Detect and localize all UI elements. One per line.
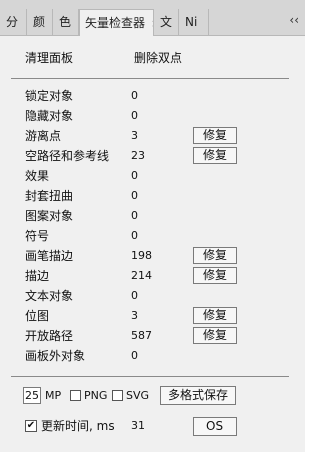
panel-tab-strip: 分颜色矢量检查器× 文 Ni ‹‹ — [0, 0, 305, 37]
inspection-row-label: 位图 — [25, 309, 50, 323]
update-time-label: 更新时间, ms — [41, 419, 115, 433]
inspection-row-count: 23 — [131, 149, 145, 162]
inspection-row-count: 3 — [131, 129, 138, 142]
inspection-row-label: 图案对象 — [25, 209, 74, 223]
inspection-row-label: 符号 — [25, 229, 50, 243]
inspection-row: 画笔描边 198 修复 — [0, 246, 305, 266]
tab-label: 分 — [6, 15, 19, 29]
inspection-row-count: 198 — [131, 249, 152, 262]
tab-4[interactable]: 文 — [154, 9, 179, 36]
inspection-row: 锁定对象 0 — [0, 86, 305, 106]
inspection-row-count: 0 — [131, 289, 138, 302]
inspection-row-label: 封套扭曲 — [25, 189, 74, 203]
clean-header-row: 清理面板 删除双点 — [0, 48, 305, 68]
inspection-row-label: 锁定对象 — [25, 89, 74, 103]
fix-button[interactable]: 修复 — [193, 327, 237, 344]
tab-label: 色 — [59, 15, 72, 29]
tab-3[interactable]: 矢量检查器× — [79, 9, 154, 37]
inspection-row-label: 隐藏对象 — [25, 109, 74, 123]
png-checkbox-label: PNG — [84, 389, 108, 402]
svg-checkbox-label: SVG — [126, 389, 150, 402]
inspection-row-label: 效果 — [25, 169, 50, 183]
tab-0[interactable]: 分 — [0, 9, 27, 36]
tab-5[interactable]: Ni — [179, 9, 209, 36]
inspection-row: 图案对象 0 — [0, 206, 305, 226]
delete-duplicate-points-button[interactable]: 删除双点 — [134, 48, 182, 68]
tab-label: Ni — [185, 15, 198, 29]
divider-top — [11, 78, 289, 79]
clean-panel-label: 清理面板 — [25, 51, 74, 65]
fix-button[interactable]: 修复 — [193, 127, 237, 144]
fix-button[interactable]: 修复 — [193, 247, 237, 264]
inspection-row: 描边 214 修复 — [0, 266, 305, 286]
inspection-row-label: 文本对象 — [25, 289, 74, 303]
update-time-checkbox[interactable]: ✔ — [25, 420, 37, 432]
inspection-row: 封套扭曲 0 — [0, 186, 305, 206]
inspection-row: 游离点 3 修复 — [0, 126, 305, 146]
inspection-row-count: 0 — [131, 349, 138, 362]
inspection-row-count: 587 — [131, 329, 152, 342]
update-time-row: ✔ 更新时间, ms 31 OS — [0, 415, 305, 437]
multi-format-save-button[interactable]: 多格式保存 — [160, 386, 236, 405]
inspection-row: 隐藏对象 0 — [0, 106, 305, 126]
collapse-panel-icon[interactable]: ‹‹ — [289, 13, 299, 27]
tab-label: 矢量检查器 — [85, 16, 146, 30]
inspection-row-count: 0 — [131, 89, 138, 102]
divider-bottom — [11, 376, 289, 377]
fix-button[interactable]: 修复 — [193, 307, 237, 324]
inspection-row: 画板外对象 0 — [0, 346, 305, 366]
inspection-row-count: 3 — [131, 309, 138, 322]
inspection-row-label: 游离点 — [25, 129, 62, 143]
inspection-row-count: 0 — [131, 229, 138, 242]
inspection-row: 效果 0 — [0, 166, 305, 186]
inspection-row: 文本对象 0 — [0, 286, 305, 306]
tab-label: 文 — [160, 15, 173, 29]
fix-button[interactable]: 修复 — [193, 267, 237, 284]
png-checkbox[interactable] — [70, 390, 81, 401]
inspection-row: 空路径和参考线 23 修复 — [0, 146, 305, 166]
inspection-row-count: 214 — [131, 269, 152, 282]
vector-inspector-panel: 清理面板 删除双点 锁定对象 0 隐藏对象 0 游离点 3 修复 空路径和参考线 23 修复 效果 0… — [0, 36, 305, 452]
inspection-row-count: 0 — [131, 109, 138, 122]
inspection-row-label: 描边 — [25, 269, 50, 283]
inspection-row-label: 空路径和参考线 — [25, 149, 110, 163]
inspection-row-count: 0 — [131, 209, 138, 222]
inspection-row-count: 0 — [131, 169, 138, 182]
fix-button[interactable]: 修复 — [193, 147, 237, 164]
inspection-row-label: 画板外对象 — [25, 349, 86, 363]
inspection-row: 符号 0 — [0, 226, 305, 246]
inspection-row: 位图 3 修复 — [0, 306, 305, 326]
update-action-button[interactable]: OS — [193, 417, 237, 436]
tab-1[interactable]: 颜 — [27, 9, 53, 36]
megapixel-input[interactable]: 25 — [23, 387, 41, 404]
inspection-row-label: 开放路径 — [25, 329, 74, 343]
megapixel-unit-label: MP — [45, 389, 62, 402]
inspection-row-label: 画笔描边 — [25, 249, 74, 263]
inspection-row: 开放路径 587 修复 — [0, 326, 305, 346]
tab-2[interactable]: 色 — [53, 9, 79, 36]
update-time-value: 31 — [131, 419, 145, 432]
tab-label: 颜 — [33, 15, 46, 29]
inspection-row-count: 0 — [131, 189, 138, 202]
svg-checkbox[interactable] — [112, 390, 123, 401]
export-row: 25 MP PNG SVG 多格式保存 — [0, 385, 305, 407]
